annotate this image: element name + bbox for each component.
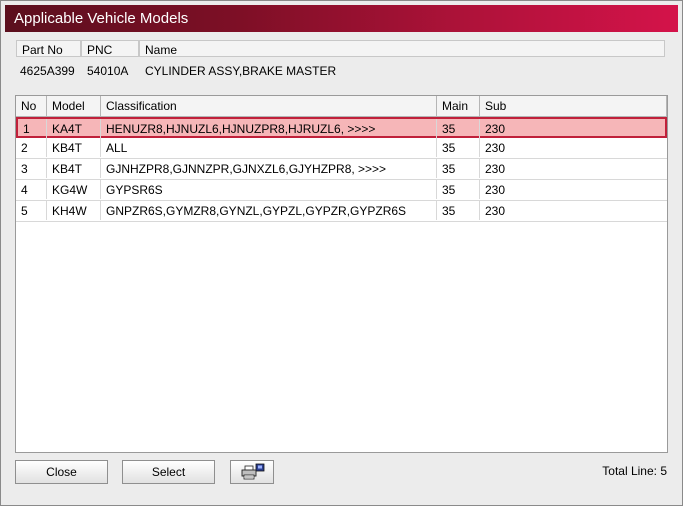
row-main: 35	[437, 159, 480, 178]
row-model: KH4W	[47, 201, 101, 220]
pnc-header: PNC	[81, 40, 139, 57]
column-header-model[interactable]: Model	[47, 96, 101, 116]
row-classification: ALL	[101, 138, 437, 157]
row-model: KA4T	[47, 119, 101, 138]
row-main: 35	[437, 201, 480, 220]
row-no: 2	[16, 138, 47, 157]
row-model: KB4T	[47, 138, 101, 157]
title-bar: Applicable Vehicle Models	[5, 5, 678, 32]
row-sub: 230	[485, 204, 506, 218]
row-classification: HENUZR8,HJNUZL6,HJNUZPR8,HJRUZL6, >>>>	[101, 119, 437, 138]
row-classification: GNPZR6S,GYMZR8,GYNZL,GYPZL,GYPZR,GYPZR6S	[101, 201, 437, 220]
table-row[interactable]: 1 KA4T HENUZR8,HJNUZL6,HJNUZPR8,HJRUZL6,…	[16, 117, 667, 138]
row-main: 35	[437, 119, 480, 138]
name-value: CYLINDER ASSY,BRAKE MASTER	[145, 64, 337, 78]
printer-icon	[241, 463, 265, 480]
row-sub: 230	[485, 162, 506, 176]
close-button[interactable]: Close	[15, 460, 108, 484]
row-sub: 230	[485, 141, 506, 155]
applicable-vehicle-models-dialog: Applicable Vehicle Models Part No PNC Na…	[0, 0, 683, 506]
pnc-value: 54010A	[87, 64, 129, 78]
part-no-value: 4625A399	[20, 64, 75, 78]
row-model: KG4W	[47, 180, 101, 199]
print-button[interactable]	[230, 460, 274, 484]
row-no: 3	[16, 159, 47, 178]
name-header: Name	[139, 40, 665, 57]
row-no: 5	[16, 201, 47, 220]
row-no: 4	[16, 180, 47, 199]
row-model: KB4T	[47, 159, 101, 178]
table-row[interactable]: 5 KH4W GNPZR6S,GYMZR8,GYNZL,GYPZL,GYPZR,…	[16, 201, 667, 222]
table-row[interactable]: 3 KB4T GJNHZPR8,GJNNZPR,GJNXZL6,GJYHZPR8…	[16, 159, 667, 180]
total-line-count: Total Line: 5	[602, 464, 667, 478]
select-button[interactable]: Select	[122, 460, 215, 484]
row-main: 35	[437, 138, 480, 157]
row-no: 1	[18, 119, 47, 138]
part-info-panel: Part No PNC Name 4625A399 54010A CYLINDE…	[16, 40, 665, 88]
row-sub: 230	[485, 183, 506, 197]
part-no-header: Part No	[16, 40, 81, 57]
column-header-sub[interactable]: Sub	[480, 96, 667, 116]
row-main: 35	[437, 180, 480, 199]
column-header-classification[interactable]: Classification	[101, 96, 437, 116]
row-sub: 230	[485, 122, 506, 136]
column-header-main[interactable]: Main	[437, 96, 480, 116]
table-row[interactable]: 4 KG4W GYPSR6S 35 230	[16, 180, 667, 201]
column-header-no[interactable]: No	[16, 96, 47, 116]
table-header: No Model Classification Main Sub	[16, 96, 667, 117]
vehicle-models-table: No Model Classification Main Sub 1 KA4T …	[15, 95, 668, 453]
row-classification: GJNHZPR8,GJNNZPR,GJNXZL6,GJYHZPR8, >>>>	[101, 159, 437, 178]
window-title: Applicable Vehicle Models	[14, 10, 189, 27]
row-classification: GYPSR6S	[101, 180, 437, 199]
table-row[interactable]: 2 KB4T ALL 35 230	[16, 138, 667, 159]
